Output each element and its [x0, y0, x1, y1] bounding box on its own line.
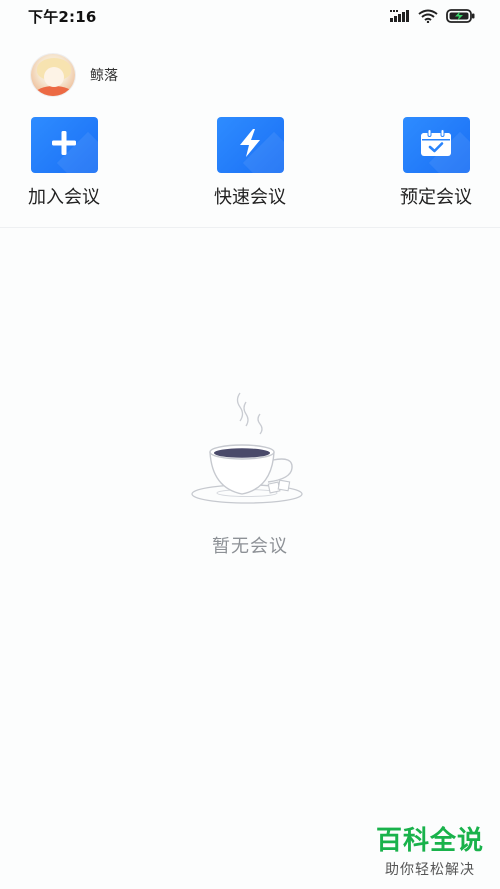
quick-meeting-tile[interactable]	[216, 117, 284, 173]
quick-meeting-button[interactable]: 快速会议	[200, 117, 300, 209]
divider	[0, 227, 500, 228]
join-meeting-label: 加入会议	[28, 187, 100, 208]
meeting-actions: 加入会议 快速会议 预定会议	[0, 117, 500, 209]
status-time: 下午2:16	[28, 7, 97, 26]
watermark: 百科全说 助你轻松解决	[376, 820, 484, 879]
battery-charging-icon	[446, 9, 476, 23]
schedule-meeting-tile[interactable]	[402, 117, 470, 173]
lightning-icon	[236, 128, 264, 162]
join-meeting-button[interactable]: 加入会议	[14, 117, 114, 209]
status-bar: 下午2:16	[0, 0, 500, 32]
status-icons	[390, 9, 476, 23]
username: 鲸落	[90, 68, 118, 84]
wifi-icon	[418, 9, 438, 23]
join-meeting-tile[interactable]	[30, 117, 98, 173]
empty-state: 暂无会议	[0, 388, 500, 558]
watermark-title: 百科全说	[375, 826, 484, 856]
avatar[interactable]	[30, 53, 76, 97]
calendar-check-icon	[420, 129, 452, 161]
schedule-meeting-button[interactable]: 预定会议	[386, 117, 486, 209]
plus-icon	[51, 130, 77, 160]
quick-meeting-label: 快速会议	[214, 187, 286, 208]
watermark-subtitle: 助你轻松解决	[384, 862, 475, 878]
signal-icon	[390, 10, 410, 22]
user-profile[interactable]: 鲸落	[30, 53, 118, 97]
empty-state-text: 暂无会议	[212, 536, 288, 557]
coffee-cup-icon	[190, 388, 310, 510]
schedule-meeting-label: 预定会议	[400, 187, 472, 208]
